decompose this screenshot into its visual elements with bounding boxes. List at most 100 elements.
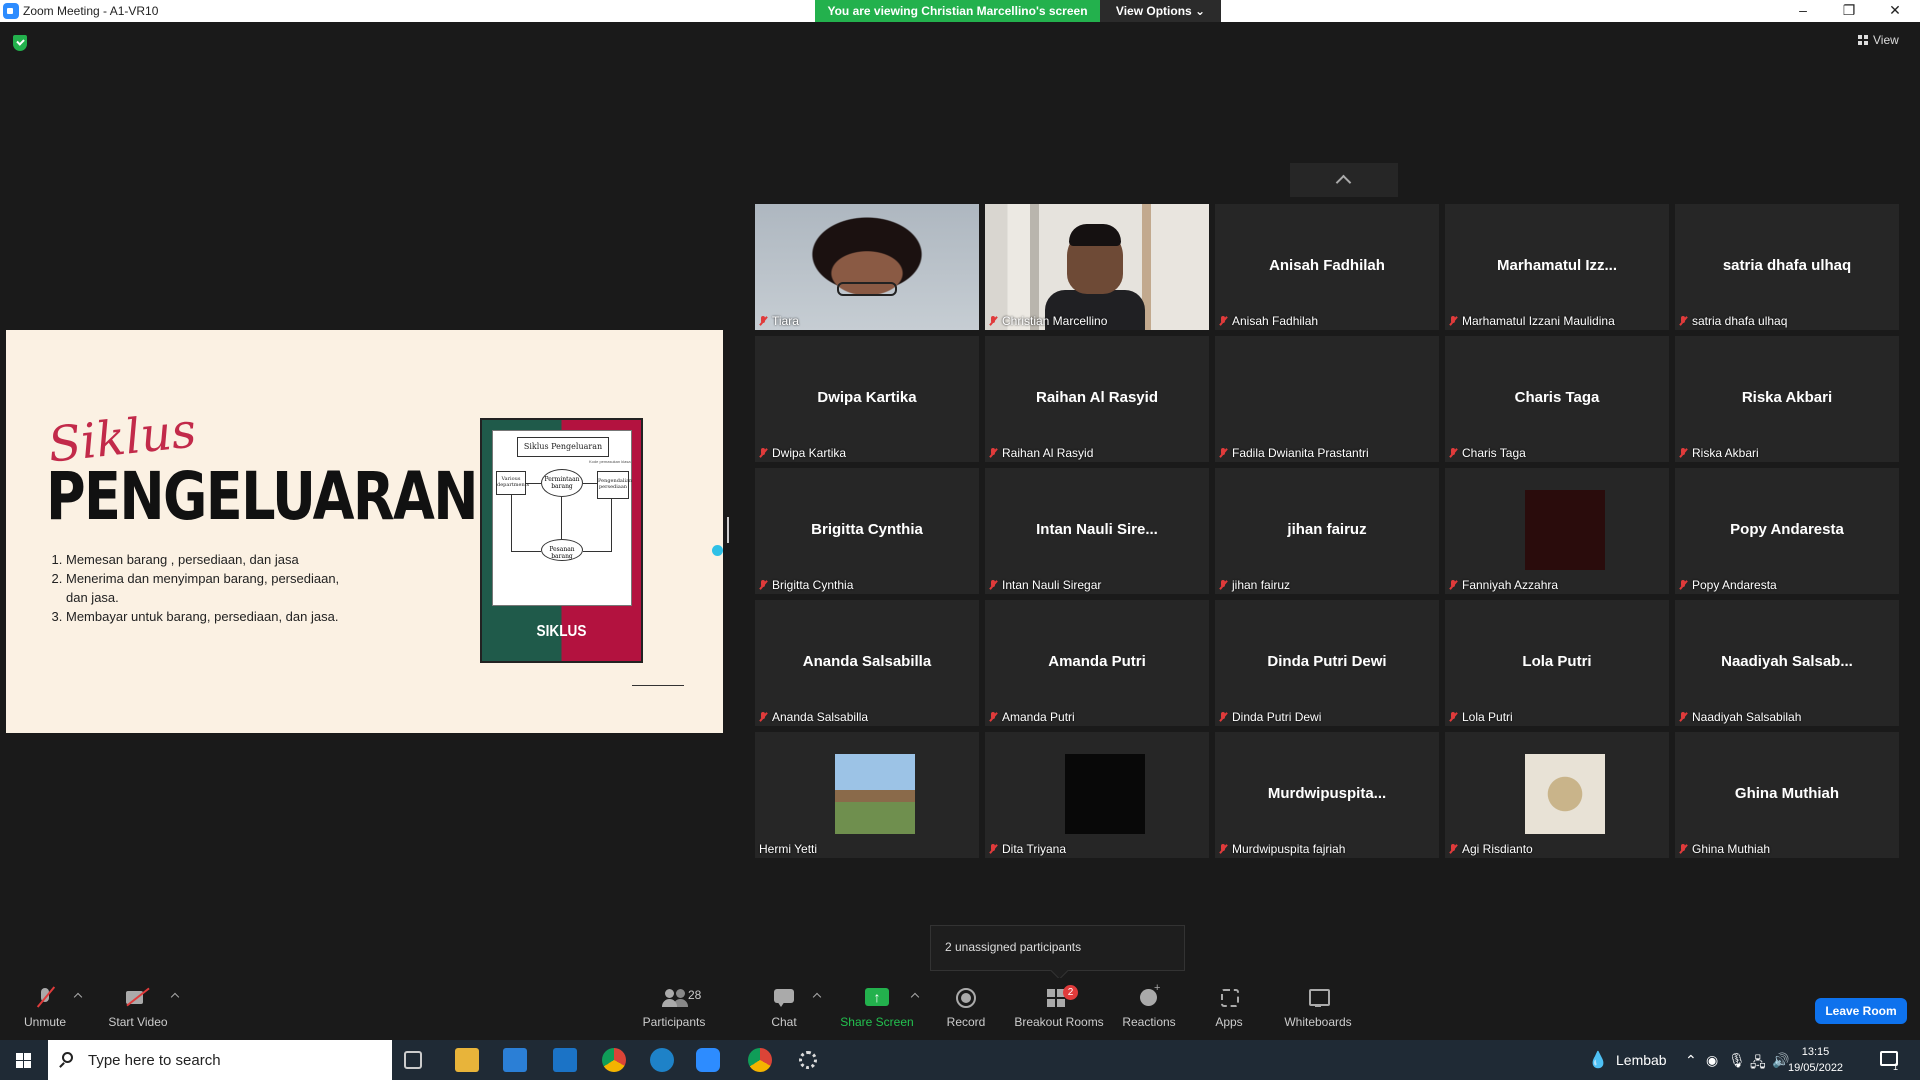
taskbar-search-box[interactable]: Type here to search bbox=[48, 1040, 392, 1080]
mic-muted-icon bbox=[1219, 712, 1226, 722]
windows-start-icon[interactable] bbox=[16, 1053, 31, 1068]
chrome-icon[interactable] bbox=[602, 1048, 626, 1072]
participant-name-label: Dita Triyana bbox=[989, 842, 1066, 856]
mic-muted-icon bbox=[759, 316, 766, 326]
close-icon[interactable]: ✕ bbox=[1872, 0, 1918, 22]
participants-label: Participants bbox=[642, 1015, 706, 1029]
participant-name: Raihan Al Rasyid bbox=[1002, 446, 1094, 460]
participant-name: Christian Marcellino bbox=[1002, 314, 1108, 328]
leave-room-button[interactable]: Leave Room bbox=[1815, 998, 1907, 1024]
participant-tile[interactable]: Ghina Muthiah Ghina Muthiah bbox=[1675, 732, 1899, 858]
participant-display-name: Anisah Fadhilah bbox=[1269, 257, 1385, 274]
unassigned-tooltip: 2 unassigned participants bbox=[930, 925, 1185, 971]
diagram-box-left: Various departments bbox=[496, 471, 529, 495]
slide-list: Memesan barang , persediaan, dan jasa Me… bbox=[66, 550, 356, 626]
chrome-profile-icon[interactable] bbox=[748, 1048, 772, 1072]
participant-name: Intan Nauli Siregar bbox=[1002, 578, 1102, 592]
participant-tile[interactable]: Ananda Salsabilla Ananda Salsabilla bbox=[755, 600, 979, 726]
zoom-taskbar-icon[interactable] bbox=[696, 1048, 720, 1072]
participant-tile[interactable]: Popy Andaresta Popy Andaresta bbox=[1675, 468, 1899, 594]
participant-tile[interactable]: Intan Nauli Sire... Intan Nauli Siregar bbox=[985, 468, 1209, 594]
participant-tile[interactable]: Charis Taga Charis Taga bbox=[1445, 336, 1669, 462]
split-divider-handle[interactable] bbox=[727, 517, 729, 543]
participant-tile[interactable]: Fanniyah Azzahra bbox=[1445, 468, 1669, 594]
participant-name-label: Hermi Yetti bbox=[759, 842, 817, 856]
minimize-icon[interactable]: – bbox=[1780, 0, 1826, 22]
settings-gear-icon[interactable] bbox=[799, 1051, 817, 1069]
participant-tile[interactable]: Amanda Putri Amanda Putri bbox=[985, 600, 1209, 726]
breakout-rooms-button[interactable]: 2 Breakout Rooms bbox=[1009, 985, 1109, 1029]
mic-muted-icon bbox=[759, 580, 766, 590]
view-button[interactable]: View bbox=[1858, 33, 1899, 47]
security-shield-icon[interactable] bbox=[13, 35, 27, 51]
gallery-collapse-button[interactable] bbox=[1290, 163, 1398, 197]
participant-tile[interactable]: Naadiyah Salsab... Naadiyah Salsabilah bbox=[1675, 600, 1899, 726]
participant-display-name: satria dhafa ulhaq bbox=[1722, 257, 1852, 274]
network-icon[interactable]: 🖧 bbox=[1750, 1052, 1766, 1076]
participant-display-name: Raihan Al Rasyid bbox=[1036, 389, 1158, 406]
participants-button[interactable]: 28 Participants bbox=[624, 988, 724, 1029]
mail-icon[interactable] bbox=[553, 1048, 577, 1072]
participant-tile[interactable]: Fadila Dwianita Prastantri bbox=[1215, 336, 1439, 462]
view-options-button[interactable]: View Options ⌄ bbox=[1100, 0, 1221, 22]
teamviewer-icon[interactable] bbox=[650, 1048, 674, 1072]
participant-name: Tiara bbox=[772, 314, 799, 328]
diagram-connector bbox=[583, 551, 612, 552]
pointer-dot-icon bbox=[712, 545, 723, 556]
participant-name: satria dhafa ulhaq bbox=[1692, 314, 1788, 328]
volume-icon[interactable]: 🔊 bbox=[1772, 1052, 1789, 1069]
apps-icon bbox=[1217, 988, 1241, 1008]
unmute-button[interactable]: Unmute bbox=[0, 988, 95, 1029]
mic-muted-icon bbox=[1219, 316, 1226, 326]
participant-name-label: Christian Marcellino bbox=[989, 314, 1107, 328]
mic-muted-icon bbox=[1679, 448, 1686, 458]
tray-record-icon[interactable]: ◉ bbox=[1706, 1052, 1718, 1069]
participant-display-name: Naadiyah Salsab... bbox=[1721, 653, 1853, 670]
mic-muted-icon bbox=[759, 712, 766, 722]
participant-tile[interactable]: Christian Marcellino bbox=[985, 204, 1209, 330]
participant-name-label: Brigitta Cynthia bbox=[759, 578, 853, 592]
participant-name-label: Popy Andaresta bbox=[1679, 578, 1777, 592]
tray-chevron-up-icon[interactable]: ⌃ bbox=[1685, 1052, 1697, 1069]
participant-tile[interactable]: Tiara bbox=[755, 204, 979, 330]
diagram-connector bbox=[511, 551, 541, 552]
participant-tile[interactable]: Anisah Fadhilah Anisah Fadhilah bbox=[1215, 204, 1439, 330]
participant-name: Naadiyah Salsabilah bbox=[1692, 710, 1802, 724]
participant-display-name: Dwipa Kartika bbox=[817, 389, 917, 406]
participant-tile[interactable]: jihan fairuz jihan fairuz bbox=[1215, 468, 1439, 594]
whiteboards-button[interactable]: Whiteboards bbox=[1268, 988, 1368, 1029]
file-explorer-icon[interactable] bbox=[455, 1048, 479, 1072]
participant-video bbox=[755, 204, 979, 330]
participant-tile[interactable]: Murdwipuspita... Murdwipuspita fajriah bbox=[1215, 732, 1439, 858]
breakout-rooms-label: Breakout Rooms bbox=[1014, 1015, 1104, 1029]
participant-tile[interactable]: Marhamatul Izz... Marhamatul Izzani Mauli… bbox=[1445, 204, 1669, 330]
participant-tile[interactable]: Riska Akbari Riska Akbari bbox=[1675, 336, 1899, 462]
record-button[interactable]: Record bbox=[916, 988, 1016, 1029]
participant-tile[interactable]: Hermi Yetti bbox=[755, 732, 979, 858]
participant-tile[interactable]: satria dhafa ulhaq satria dhafa ulhaq bbox=[1675, 204, 1899, 330]
weather-label[interactable]: Lembab bbox=[1616, 1052, 1667, 1068]
participant-avatar bbox=[835, 754, 915, 834]
tray-mic-icon[interactable]: 🎙 bbox=[1728, 1052, 1746, 1069]
participant-name-label: Ghina Muthiah bbox=[1679, 842, 1770, 856]
participant-tile[interactable]: Raihan Al Rasyid Raihan Al Rasyid bbox=[985, 336, 1209, 462]
participant-tile[interactable]: Lola Putri Lola Putri bbox=[1445, 600, 1669, 726]
participant-tile[interactable]: Agi Risdianto bbox=[1445, 732, 1669, 858]
participant-tile[interactable]: Brigitta Cynthia Brigitta Cynthia bbox=[755, 468, 979, 594]
participant-tile[interactable]: Dinda Putri Dewi Dinda Putri Dewi bbox=[1215, 600, 1439, 726]
participant-tile[interactable]: Dita Triyana bbox=[985, 732, 1209, 858]
participant-tile[interactable]: Dwipa Kartika Dwipa Kartika bbox=[755, 336, 979, 462]
participant-display-name: Murdwipuspita... bbox=[1267, 785, 1387, 802]
slide-list-item: Membayar untuk barang, persediaan, dan j… bbox=[66, 607, 356, 626]
taskbar-clock[interactable]: 13:15 19/05/2022 bbox=[1788, 1044, 1843, 1076]
store-icon[interactable] bbox=[503, 1048, 527, 1072]
participant-display-name: Ghina Muthiah bbox=[1734, 785, 1840, 802]
participant-name-label: Dwipa Kartika bbox=[759, 446, 846, 460]
participant-name: Hermi Yetti bbox=[759, 842, 818, 856]
apps-button[interactable]: Apps bbox=[1179, 988, 1279, 1029]
maximize-icon[interactable]: ❐ bbox=[1826, 0, 1872, 22]
participant-name: Ghina Muthiah bbox=[1692, 842, 1771, 856]
task-view-icon[interactable] bbox=[404, 1051, 422, 1069]
participant-display-name: jihan fairuz bbox=[1287, 521, 1367, 538]
slide-list-item: Menerima dan menyimpan barang, persediaa… bbox=[66, 569, 356, 607]
